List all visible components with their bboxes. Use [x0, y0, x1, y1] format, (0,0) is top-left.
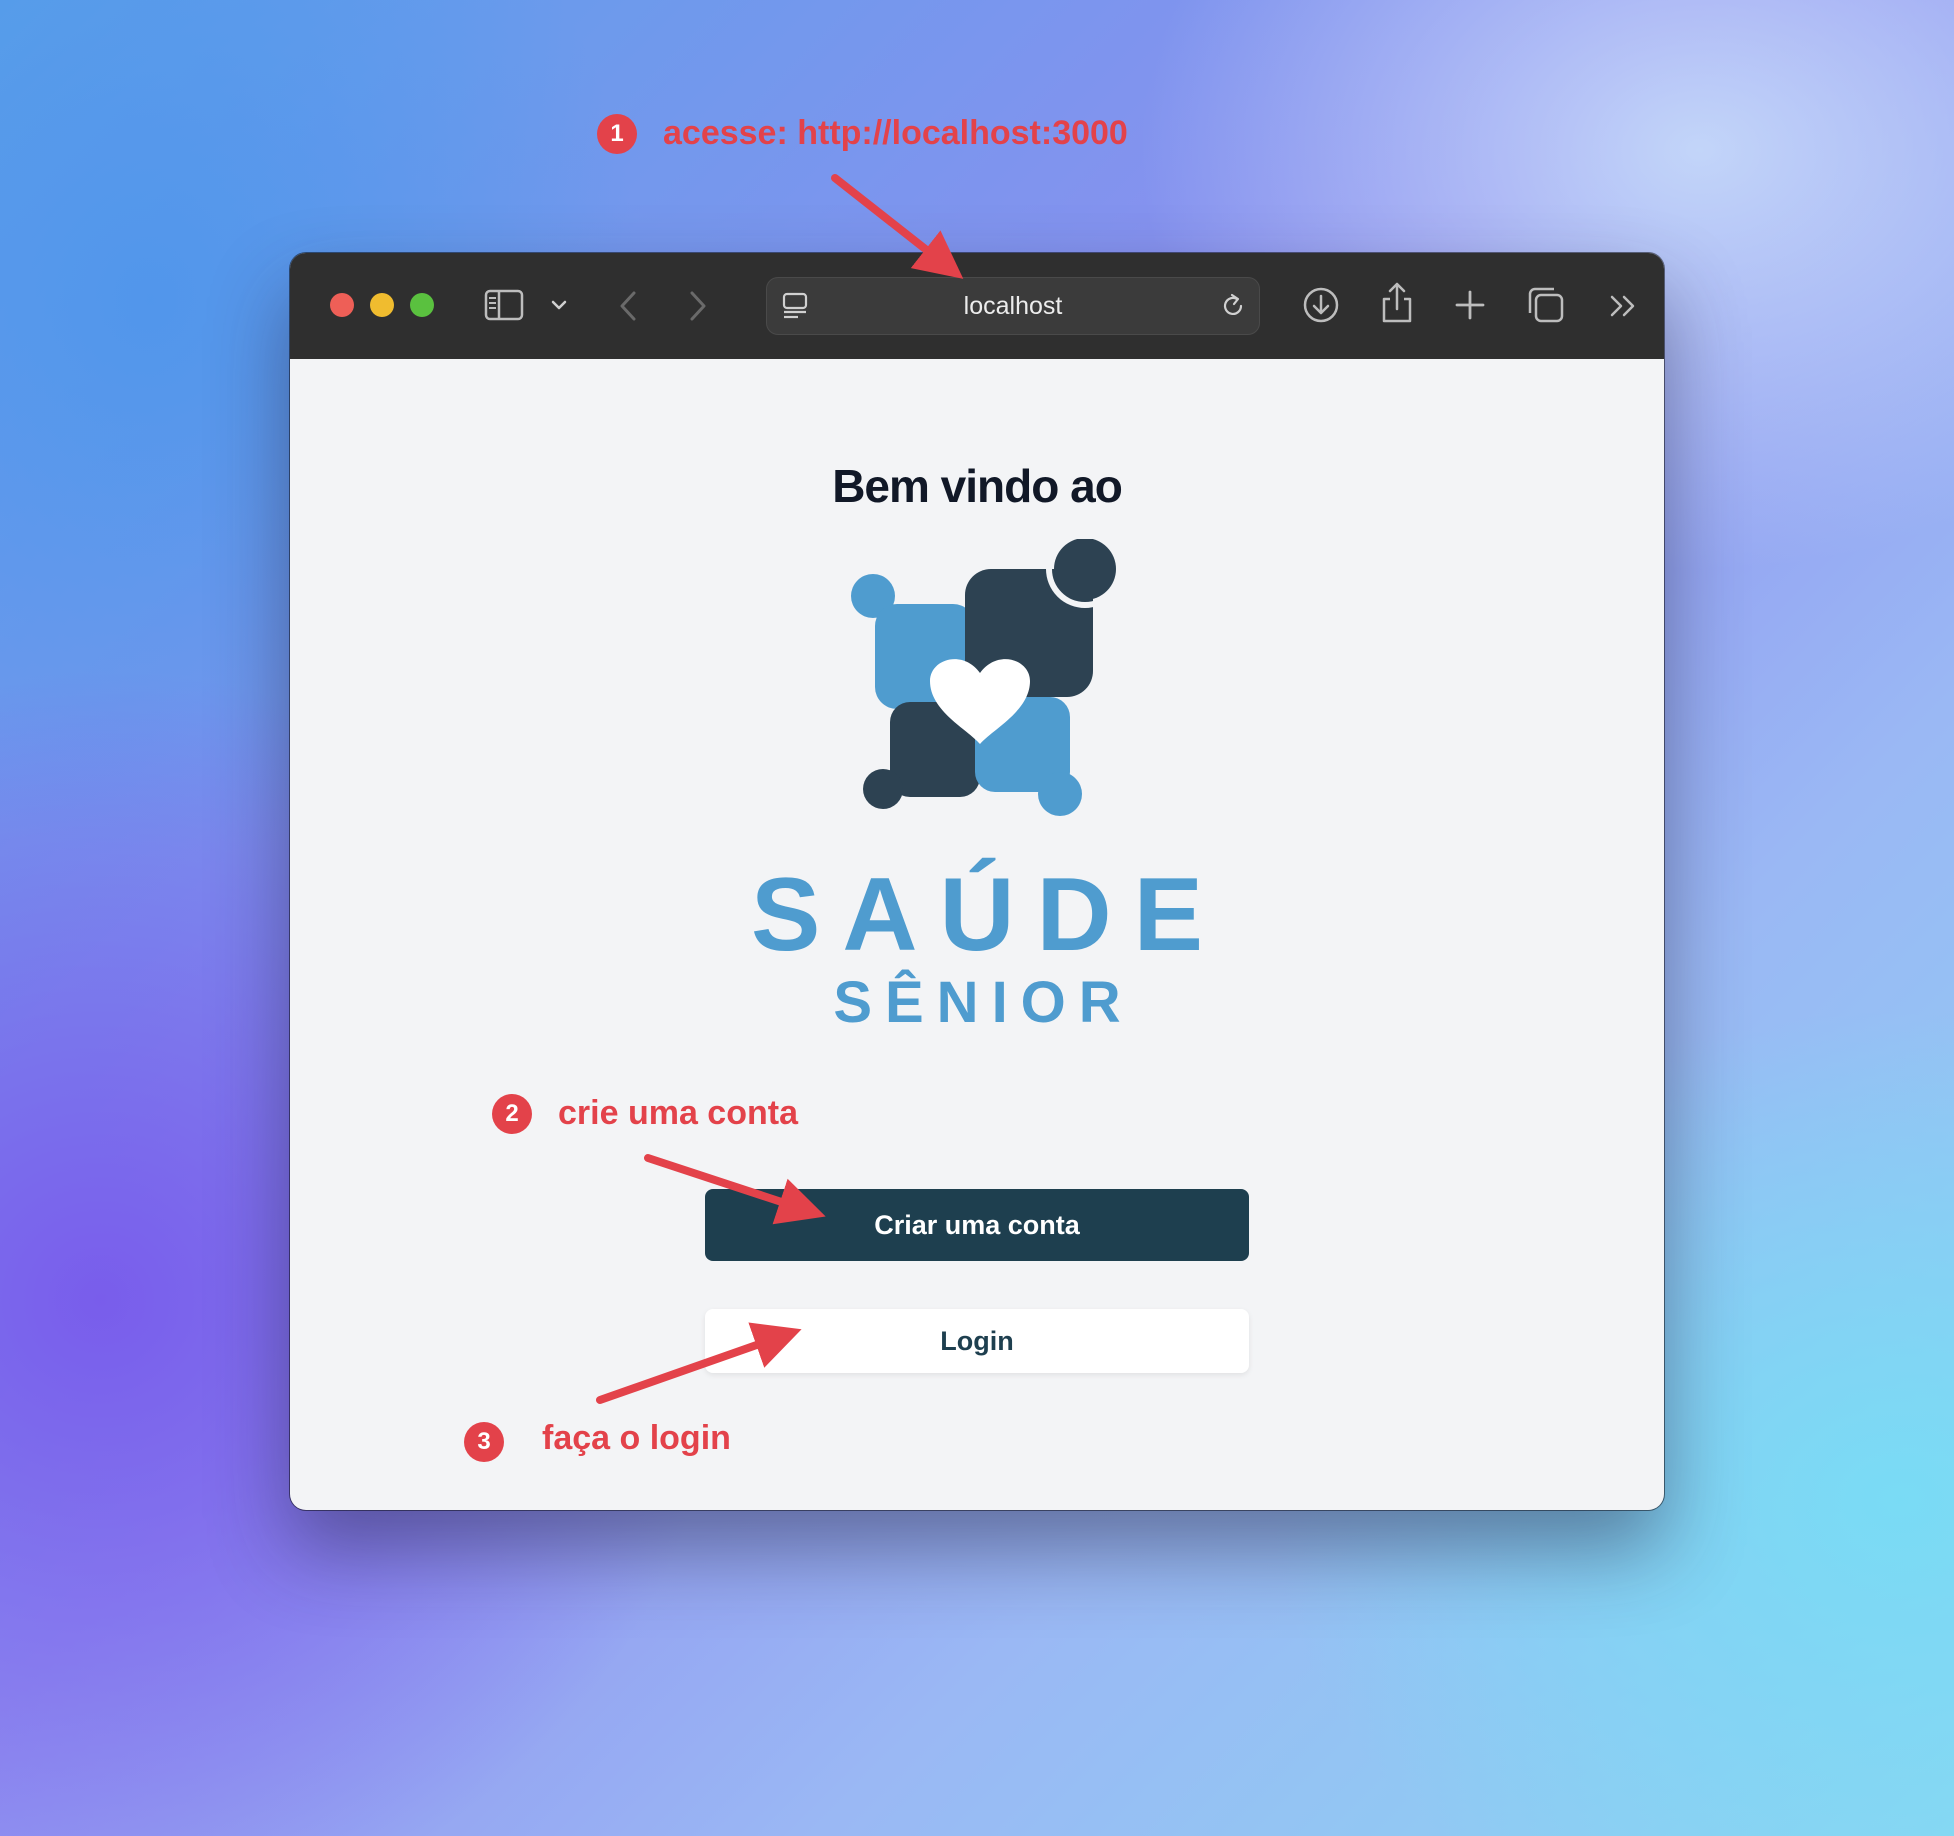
arrow-1 — [831, 174, 964, 279]
annotation-arrows — [596, 174, 964, 1404]
arrow-2 — [644, 1154, 826, 1225]
arrow-3 — [596, 1322, 802, 1404]
